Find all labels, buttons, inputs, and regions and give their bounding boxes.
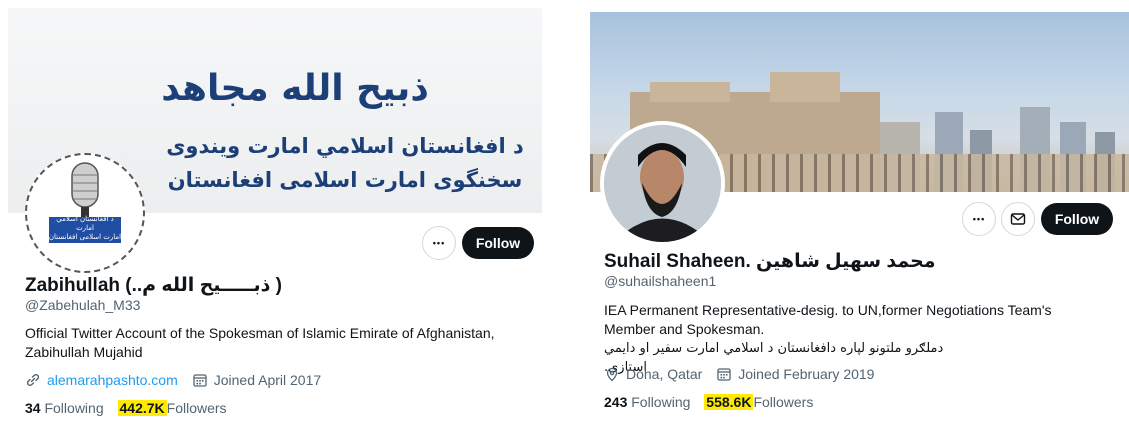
joined-date: Joined April 2017	[213, 372, 322, 388]
more-options-button[interactable]: •••	[422, 226, 456, 260]
envelope-icon	[1010, 213, 1026, 225]
following-link[interactable]: 34 Following	[25, 400, 104, 416]
profile-meta: Doha, Qatar Joined February 2019	[604, 366, 874, 382]
followers-count: 558.6K	[704, 394, 754, 410]
following-label: Following	[631, 394, 691, 410]
followers-label: Followers	[166, 400, 227, 416]
display-name: Suhail Shaheen. محمد سهیل شاهین	[604, 251, 936, 272]
location-icon	[604, 366, 620, 382]
followers-label: Followers	[753, 394, 814, 410]
display-name: Zabihullah (..ذبـــــیح الله م )	[25, 275, 282, 296]
avatar-caption: امارت اسلامی افغانستان	[48, 233, 122, 241]
profile-bio: Official Twitter Account of the Spokesma…	[25, 325, 495, 360]
calendar-icon	[716, 366, 732, 382]
follow-button[interactable]: Follow	[462, 227, 534, 259]
calendar-icon	[192, 372, 208, 388]
profile-photo	[604, 125, 721, 242]
microphone-icon	[49, 162, 121, 243]
follow-stats: 243 Following 558.6K Followers	[604, 394, 813, 410]
follow-button[interactable]: Follow	[1041, 203, 1113, 235]
joined-date: Joined February 2019	[738, 366, 875, 382]
message-button[interactable]	[1001, 202, 1035, 236]
user-handle: @Zabehulah_M33	[25, 297, 141, 313]
bio-line: IEA Permanent Representative-desig. to U…	[604, 302, 1052, 337]
link-icon	[25, 372, 41, 388]
following-count: 34	[25, 400, 41, 416]
following-link[interactable]: 243 Following	[604, 394, 690, 410]
user-handle: @suhailshaheen1	[604, 273, 717, 289]
avatar[interactable]: د افغانستان اسلامي امارت امارت اسلامی اف…	[25, 153, 145, 273]
website-link[interactable]: alemarahpashto.com	[47, 372, 178, 388]
following-label: Following	[44, 400, 104, 416]
avatar-caption: د افغانستان اسلامي امارت	[56, 215, 114, 232]
follow-stats: 34 Following 442.7K Followers	[25, 400, 227, 416]
profile-meta: alemarahpashto.com Joined April 2017	[25, 372, 321, 388]
more-options-button[interactable]: •••	[962, 202, 996, 236]
banner-title: ذبیح الله مجاهد	[161, 68, 429, 109]
followers-link[interactable]: 442.7K Followers	[117, 400, 227, 416]
location-text: Doha, Qatar	[626, 366, 703, 382]
more-icon: •••	[972, 214, 986, 224]
avatar[interactable]	[600, 121, 725, 246]
followers-link[interactable]: 558.6K Followers	[704, 394, 813, 410]
followers-count: 442.7K	[117, 400, 167, 416]
more-icon: •••	[432, 238, 446, 248]
following-count: 243	[604, 394, 628, 410]
